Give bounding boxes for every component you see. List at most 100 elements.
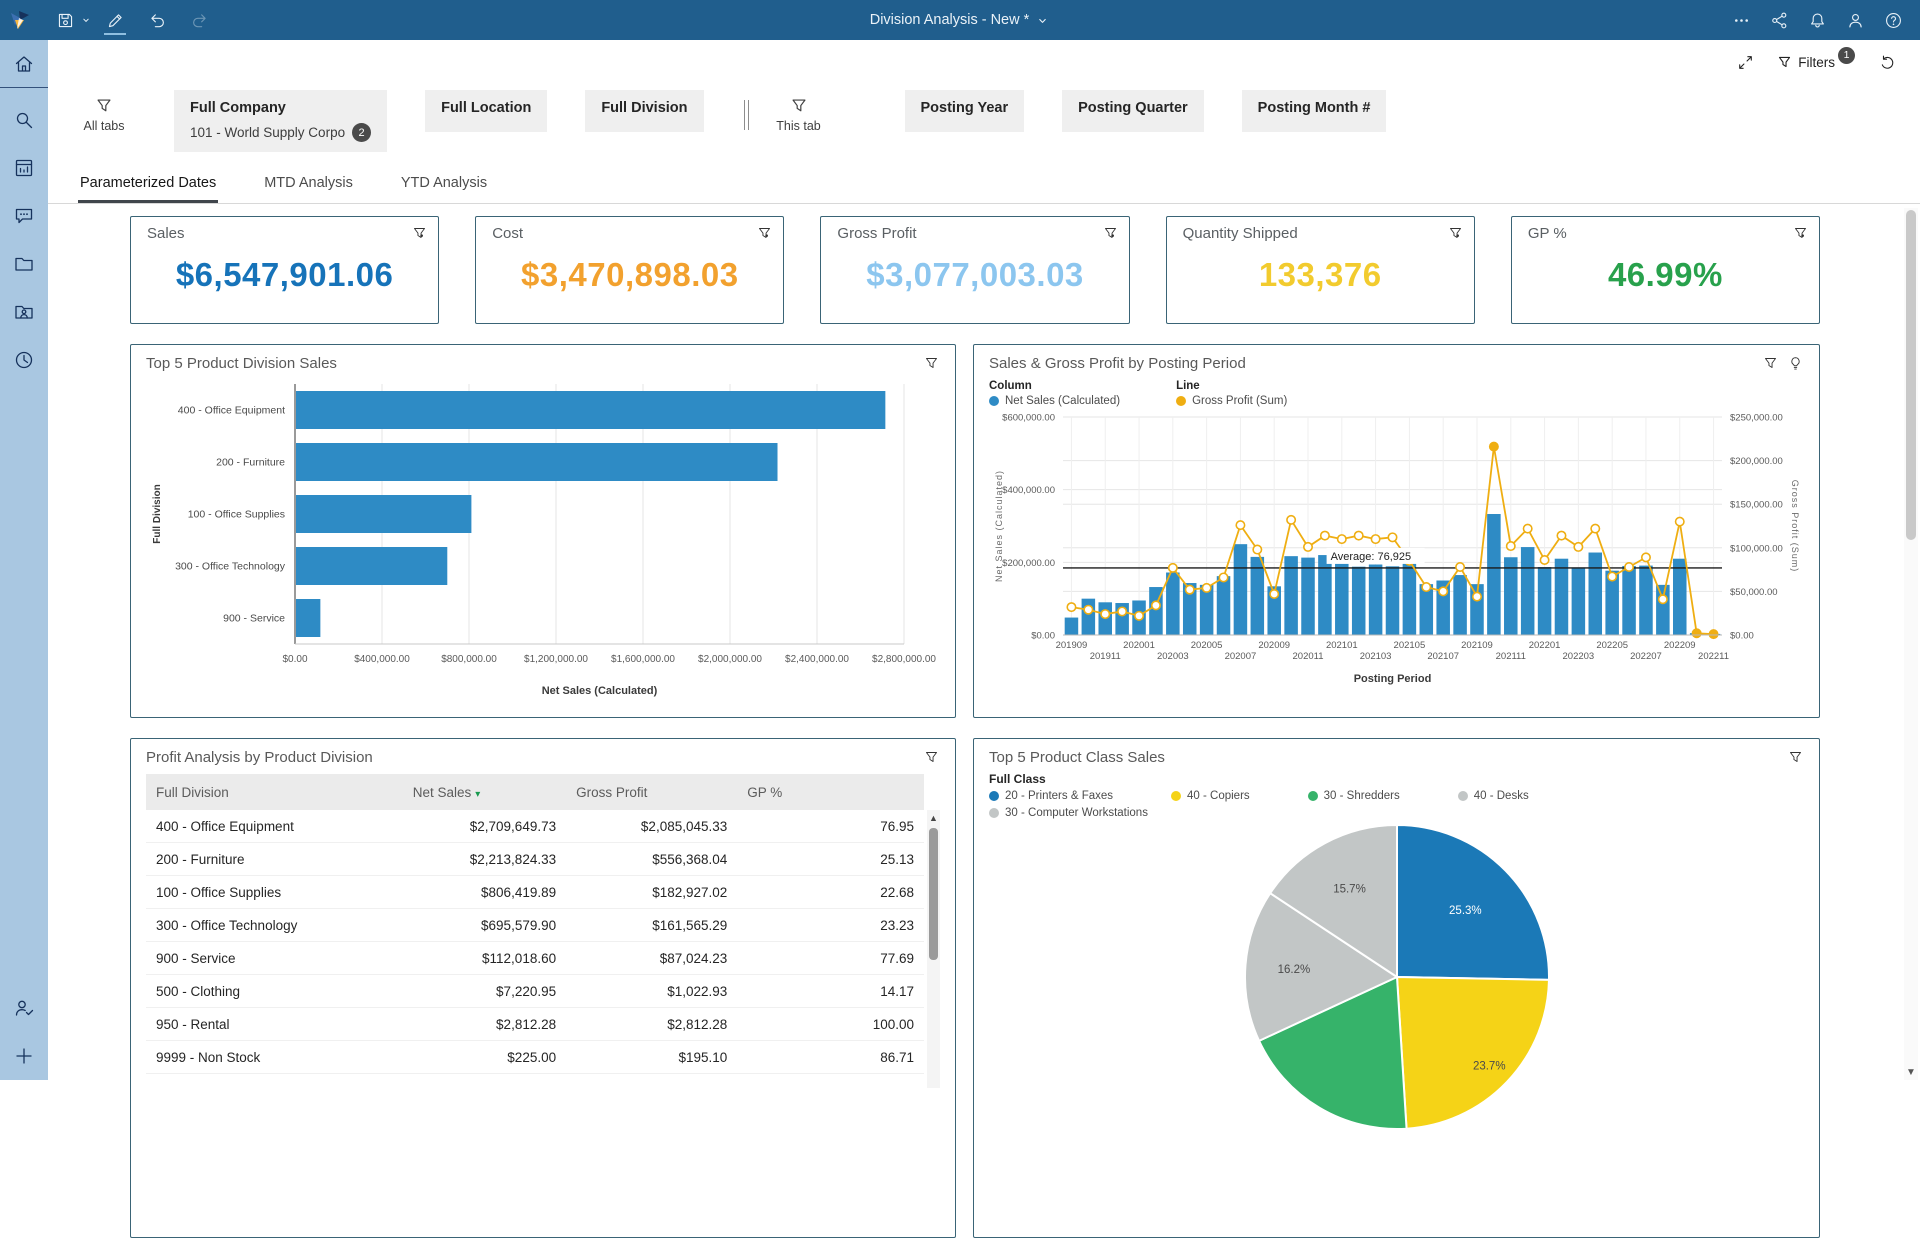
undo-button[interactable] [138,0,176,40]
legend-item-20-printers-faxes[interactable]: 20 - Printers & Faxes [989,790,1113,802]
dashboard-title-bar[interactable]: Division Analysis - New * [0,0,1920,40]
table-cell: 14.17 [737,984,924,999]
table-row[interactable]: 9999 - Non Stock$225.00$195.1086.71 [146,1041,924,1074]
this-tab-filter[interactable]: This tab [763,90,835,133]
main-scrollbar[interactable]: ▼ [1904,208,1918,1080]
person-check-icon [13,997,35,1019]
filter-pill-full-division[interactable]: Full Division [585,90,703,132]
table-row[interactable]: 400 - Office Equipment$2,709,649.73$2,08… [146,810,924,843]
funnel-icon[interactable] [923,355,940,372]
scrollbar-thumb[interactable] [1906,210,1916,540]
svg-text:400 - Office Equipment: 400 - Office Equipment [178,405,285,417]
kpi-card-cost[interactable]: Cost$3,470,898.03 [475,216,784,324]
svg-text:Average: 76,925: Average: 76,925 [1331,551,1412,563]
funnel-icon[interactable] [923,749,940,766]
kpi-card-quantity-shipped[interactable]: Quantity Shipped133,376 [1166,216,1475,324]
tab-ytd-analysis[interactable]: YTD Analysis [399,169,489,203]
scroll-down-arrow[interactable]: ▼ [1904,1067,1918,1078]
reset-dashboard-button[interactable] [1873,50,1902,75]
column-header-gp[interactable]: GP % [737,785,924,800]
kpi-card-sales[interactable]: Sales$6,547,901.06 [130,216,439,324]
tab-parameterized-dates[interactable]: Parameterized Dates [78,169,218,203]
chevron-down-icon[interactable] [1035,13,1050,28]
filter-pill-posting-quarter[interactable]: Posting Quarter [1062,90,1204,132]
sidebar-item-team-content[interactable] [0,288,48,336]
account-button[interactable] [1836,0,1874,40]
kpi-card-gp[interactable]: GP %46.99% [1511,216,1820,324]
card-profit-analysis-table[interactable]: Profit Analysis by Product Division Full… [130,738,956,1238]
column-header-full-division[interactable]: Full Division [146,785,403,800]
lightbulb-icon[interactable] [1787,355,1804,372]
bar-chart[interactable]: 400 - Office Equipment200 - Furniture100… [146,372,940,707]
combo-chart[interactable]: Average: 76,925$0.00$200,000.00$400,000.… [989,407,1804,692]
sidebar-item-recent[interactable] [0,336,48,384]
expand-button[interactable] [1731,50,1760,75]
left-nav-sidebar [0,40,48,1080]
table-cell: $7,220.95 [403,984,566,999]
funnel-icon[interactable] [411,225,428,242]
legend-item-30-computer-workstations[interactable]: 30 - Computer Workstations [989,807,1148,819]
filter-pill-posting-month[interactable]: Posting Month # [1242,90,1387,132]
edit-button[interactable] [96,0,134,40]
table-row[interactable]: 950 - Rental$2,812.28$2,812.28100.00 [146,1008,924,1041]
sidebar-item-content[interactable] [0,144,48,192]
all-tabs-filter[interactable]: All tabs [68,90,140,133]
table-row[interactable]: 500 - Clothing$7,220.95$1,022.9314.17 [146,975,924,1008]
sidebar-item-subscriptions[interactable] [0,984,48,1032]
svg-text:202005: 202005 [1191,640,1223,651]
filter-pill-posting-year[interactable]: Posting Year [905,90,1025,132]
sidebar-item-new[interactable] [0,1032,48,1080]
kpi-card-gross-profit[interactable]: Gross Profit$3,077,003.03 [820,216,1129,324]
scrollbar-thumb[interactable] [929,828,938,960]
chart-title: Top 5 Product Class Sales [989,749,1165,766]
column-header-net-sales[interactable]: Net Sales▾ [403,785,566,800]
notifications-button[interactable] [1798,0,1836,40]
funnel-icon[interactable] [756,225,773,242]
table-row[interactable]: 300 - Office Technology$695,579.90$161,5… [146,909,924,942]
redo-button[interactable] [180,0,218,40]
more-options-button[interactable] [1722,0,1760,40]
pill-label: Full Company [190,100,371,116]
table-row[interactable]: 200 - Furniture$2,213,824.33$556,368.042… [146,843,924,876]
legend-dot [1176,396,1186,406]
column-header-gross-profit[interactable]: Gross Profit [566,785,737,800]
table-cell: 500 - Clothing [146,984,403,999]
tab-mtd-analysis[interactable]: MTD Analysis [262,169,355,203]
sidebar-item-my-content[interactable] [0,240,48,288]
legend-item[interactable]: Gross Profit (Sum) [1176,395,1287,407]
help-button[interactable] [1874,0,1912,40]
sidebar-item-home[interactable] [0,40,48,88]
filter-pill-full-location[interactable]: Full Location [425,90,547,132]
share-button[interactable] [1760,0,1798,40]
dashboard-canvas: Sales$6,547,901.06 Cost$3,470,898.03 Gross… [48,204,1920,1238]
table-scrollbar[interactable]: ▲ [927,810,940,1088]
legend-item[interactable]: Net Sales (Calculated) [989,395,1120,407]
pie-legend-title: Full Class [989,772,1804,786]
funnel-icon[interactable] [1762,355,1779,372]
funnel-icon[interactable] [1787,749,1804,766]
legend-group-column: ColumnNet Sales (Calculated) [989,380,1120,407]
save-button[interactable] [46,0,84,40]
legend-item-40-desks[interactable]: 40 - Desks [1458,790,1529,802]
legend-label: 20 - Printers & Faxes [1005,790,1113,802]
funnel-icon[interactable] [1792,225,1809,242]
scroll-up-arrow[interactable]: ▲ [927,810,940,826]
filter-splitter-handle[interactable] [744,100,749,130]
funnel-icon[interactable] [1447,225,1464,242]
table-row[interactable]: 100 - Office Supplies$806,419.89$182,927… [146,876,924,909]
card-sales-gp-by-period[interactable]: Sales & Gross Profit by Posting Period C… [973,344,1820,718]
table-cell: $2,812.28 [403,1017,566,1032]
funnel-icon[interactable] [1102,225,1119,242]
card-top5-class-sales[interactable]: Top 5 Product Class Sales Full Class 20 … [973,738,1820,1238]
legend-item-30-shredders[interactable]: 30 - Shredders [1308,790,1400,802]
filter-pill-full-company[interactable]: Full Company101 - World Supply Corpo2 [174,90,387,152]
svg-text:Posting Period: Posting Period [1354,673,1432,685]
sidebar-item-assistant[interactable] [0,192,48,240]
legend-dot [989,396,999,406]
pie-chart[interactable]: 25.3%23.7%16.2%15.7% [989,819,1804,1154]
filters-button[interactable]: Filters 1 [1770,50,1863,75]
sidebar-item-search[interactable] [0,96,48,144]
table-row[interactable]: 900 - Service$112,018.60$87,024.2377.69 [146,942,924,975]
card-top5-division-sales[interactable]: Top 5 Product Division Sales 400 - Offic… [130,344,956,718]
legend-item-40-copiers[interactable]: 40 - Copiers [1171,790,1250,802]
